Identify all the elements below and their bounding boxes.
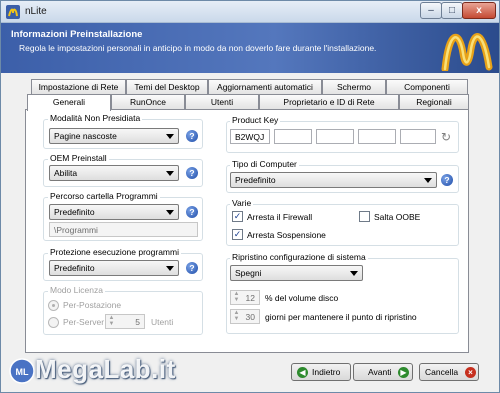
- program-files-path-field[interactable]: \Programmi: [49, 222, 198, 237]
- watermark-text: MegaLab.it: [35, 354, 176, 384]
- chevron-down-icon: [166, 210, 174, 215]
- tab-row-bottom: Generali RunOnce Utenti Proprietario e I…: [1, 94, 499, 111]
- window-title: nLite: [25, 6, 47, 17]
- hibernate-checkbox[interactable]: ✓: [232, 229, 243, 240]
- arrow-left-icon: ◀: [297, 367, 308, 378]
- product-key-field-4[interactable]: [358, 129, 396, 144]
- unattended-mode-select[interactable]: Pagine nascoste: [49, 128, 179, 144]
- product-key-field-3[interactable]: [316, 129, 354, 144]
- disk-percent-label: % del volume disco: [265, 293, 339, 303]
- tab-runonce[interactable]: RunOnce: [111, 94, 185, 109]
- program-files-label: Percorso cartella Programmi: [48, 191, 160, 201]
- misc-label: Varie: [230, 198, 254, 208]
- nlite-app-icon: [6, 5, 20, 19]
- per-server-radio[interactable]: [48, 317, 59, 328]
- tab-utenti[interactable]: Utenti: [185, 94, 259, 109]
- megalab-watermark: ML MegaLab.it: [9, 348, 175, 388]
- oobe-label: Salta OOBE: [374, 212, 421, 222]
- back-button[interactable]: ◀ Indietro: [291, 363, 351, 381]
- chevron-down-icon: [166, 266, 174, 271]
- megalab-logo-icon: ML: [9, 358, 35, 384]
- tab-componenti[interactable]: Componenti: [386, 79, 468, 94]
- oem-preinstall-label: OEM Preinstall: [48, 153, 109, 163]
- spinner-arrows-icon: ▲ ▼: [233, 291, 240, 303]
- system-restore-value: Spegni: [235, 268, 262, 278]
- tab-impostazione-di-rete[interactable]: Impostazione di Rete: [31, 79, 126, 94]
- computer-type-select[interactable]: Predefinito: [230, 172, 437, 188]
- tab-temi-del-desktop[interactable]: Temi del Desktop: [126, 79, 208, 94]
- oem-preinstall-value: Abilita: [54, 168, 78, 178]
- cancel-button-label: Cancella: [425, 367, 459, 377]
- next-button[interactable]: Avanti ▶: [353, 363, 413, 381]
- cancel-button[interactable]: Cancella ×: [419, 363, 479, 381]
- tab-row-top: Impostazione di Rete Temi del Desktop Ag…: [1, 79, 499, 94]
- help-icon[interactable]: ?: [186, 130, 198, 142]
- product-key-field-2[interactable]: [274, 129, 312, 144]
- next-button-label: Avanti: [368, 367, 392, 377]
- tab-proprietario-e-id-di-rete[interactable]: Proprietario e ID di Rete: [259, 94, 399, 109]
- page-subtitle: Regola le impostazioni personali in anti…: [19, 43, 377, 53]
- spinner-arrows-icon: ▲ ▼: [233, 310, 240, 322]
- retention-days-value: 30: [245, 312, 255, 322]
- unattended-mode-label: Modalità Non Presidiata: [48, 113, 143, 123]
- product-key-label: Product Key: [230, 115, 281, 125]
- firewall-label: Arresta il Firewall: [247, 212, 313, 222]
- nlite-logo-icon: [441, 33, 493, 71]
- retention-days-spinner[interactable]: ▲ ▼ 30: [230, 309, 260, 324]
- tab-regionali[interactable]: Regionali: [399, 94, 469, 109]
- firewall-checkbox[interactable]: ✓: [232, 211, 243, 222]
- product-key-field-5[interactable]: [400, 129, 436, 144]
- page-title: Informazioni Preinstallazione: [11, 29, 143, 40]
- arrow-right-icon: ▶: [398, 367, 409, 378]
- users-spinner[interactable]: ▲ ▼ 5: [105, 314, 145, 329]
- tab-aggiornamenti-automatici[interactable]: Aggiornamenti automatici: [208, 79, 322, 94]
- retention-days-label: giorni per mantenere il punto di riprist…: [265, 312, 417, 322]
- unattended-mode-value: Pagine nascoste: [54, 131, 117, 141]
- back-button-label: Indietro: [312, 367, 341, 377]
- title-bar: nLite – □ x: [1, 1, 499, 23]
- dep-protection-select[interactable]: Predefinito: [49, 260, 179, 276]
- hibernate-label: Arresta Sospensione: [247, 230, 326, 240]
- dep-protection-value: Predefinito: [54, 263, 95, 273]
- system-restore-label: Ripristino configurazione di sistema: [230, 252, 368, 262]
- oem-preinstall-select[interactable]: Abilita: [49, 165, 179, 181]
- close-button[interactable]: x: [462, 2, 496, 19]
- per-server-label: Per-Server: [63, 317, 105, 327]
- maximize-button[interactable]: □: [441, 2, 463, 19]
- program-files-path: \Programmi: [54, 225, 98, 235]
- product-key-field-1[interactable]: B2WQJ: [230, 129, 270, 144]
- dep-protection-label: Protezione esecuzione programmi: [48, 247, 181, 257]
- cancel-x-icon: ×: [465, 367, 476, 378]
- tab-schermo[interactable]: Schermo: [322, 79, 386, 94]
- per-seat-radio[interactable]: [48, 300, 59, 311]
- page-header: Informazioni Preinstallazione Regola le …: [1, 23, 499, 73]
- system-restore-select[interactable]: Spegni: [230, 265, 363, 281]
- help-icon[interactable]: ?: [186, 167, 198, 179]
- program-files-value: Predefinito: [54, 207, 95, 217]
- chevron-down-icon: [166, 134, 174, 139]
- nlite-window: nLite – □ x Informazioni Preinstallazion…: [0, 0, 500, 393]
- oobe-checkbox[interactable]: [359, 211, 370, 222]
- chevron-down-icon: [350, 271, 358, 276]
- users-label: Utenti: [151, 317, 174, 327]
- chevron-down-icon: [424, 178, 432, 183]
- users-value: 5: [135, 317, 140, 327]
- help-icon[interactable]: ?: [186, 262, 198, 274]
- help-icon[interactable]: ?: [441, 174, 453, 186]
- help-icon[interactable]: ?: [186, 206, 198, 218]
- minimize-button[interactable]: –: [420, 2, 442, 19]
- spinner-arrows-icon: ▲ ▼: [108, 315, 115, 327]
- refresh-icon[interactable]: ↻: [441, 131, 453, 143]
- tab-generali[interactable]: Generali: [27, 94, 111, 111]
- per-seat-label: Per-Postazione: [63, 300, 122, 310]
- license-mode-label: Modo Licenza: [48, 285, 105, 295]
- program-files-select[interactable]: Predefinito: [49, 204, 179, 220]
- product-key-part-1: B2WQJ: [235, 132, 265, 142]
- disk-percent-spinner[interactable]: ▲ ▼ 12: [230, 290, 260, 305]
- computer-type-label: Tipo di Computer: [230, 159, 299, 169]
- svg-text:ML: ML: [16, 367, 29, 377]
- computer-type-value: Predefinito: [235, 175, 276, 185]
- disk-percent-value: 12: [245, 293, 255, 303]
- chevron-down-icon: [166, 171, 174, 176]
